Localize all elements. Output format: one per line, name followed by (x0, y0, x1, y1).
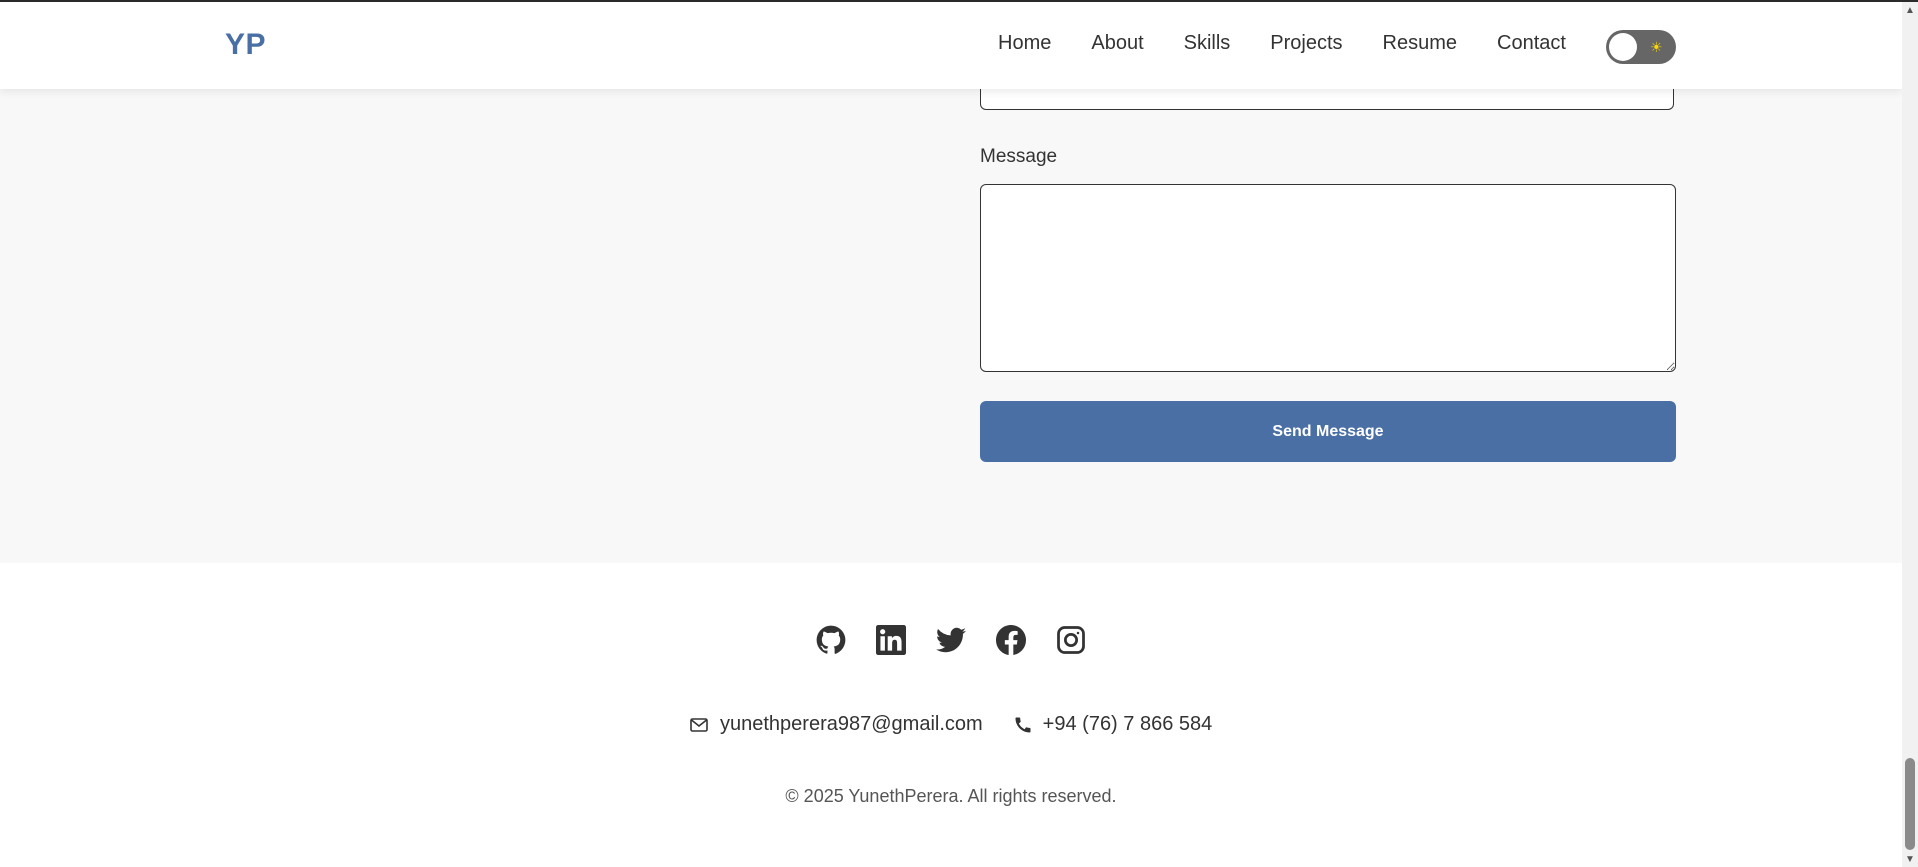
navbar: YP Home About Skills Projects Resume Con… (0, 2, 1902, 89)
nav-links: Home About Skills Projects Resume Contac… (998, 32, 1606, 55)
nav-link-contact[interactable]: Contact (1497, 32, 1566, 55)
scroll-thumb[interactable] (1905, 758, 1915, 850)
send-message-button[interactable]: Send Message (980, 401, 1676, 462)
logo[interactable]: YP (225, 28, 266, 62)
social-links (816, 625, 1116, 655)
nav-link-projects[interactable]: Projects (1270, 32, 1342, 55)
main-area: Message Send Message YP Home About Skill… (0, 0, 1902, 867)
scrollbar[interactable]: ▲ ▼ (1902, 0, 1918, 867)
scroll-down-arrow-icon[interactable]: ▼ (1902, 851, 1918, 867)
page: Message Send Message YP Home About Skill… (0, 0, 1918, 867)
window-top-border (0, 0, 1918, 2)
mail-icon (690, 717, 708, 732)
scroll-up-arrow-icon[interactable]: ▲ (1902, 2, 1918, 18)
theme-toggle[interactable]: ☀ (1606, 30, 1676, 64)
copyright-text: © 2025 YunethPerera. All rights reserved… (785, 786, 1117, 806)
instagram-icon[interactable] (1056, 625, 1086, 655)
facebook-icon[interactable] (996, 625, 1026, 655)
linkedin-icon[interactable] (876, 625, 906, 655)
phone-text: +94 (76) 7 866 584 (1042, 713, 1213, 735)
nav-link-about[interactable]: About (1091, 32, 1143, 55)
message-textarea[interactable] (980, 184, 1676, 372)
email-link[interactable]: yunethperera987@gmail.com (690, 713, 983, 736)
phone-link[interactable]: +94 (76) 7 866 584 (1013, 713, 1213, 736)
github-icon[interactable] (816, 625, 846, 655)
twitter-icon[interactable] (936, 625, 966, 655)
contact-info: yunethperera987@gmail.com +94 (76) 7 866… (690, 713, 1212, 736)
message-label: Message (980, 146, 1058, 167)
sun-icon: ☀ (1650, 39, 1663, 55)
nav-link-home[interactable]: Home (998, 32, 1051, 55)
nav-link-skills[interactable]: Skills (1184, 32, 1231, 55)
footer: yunethperera987@gmail.com +94 (76) 7 866… (0, 563, 1902, 867)
phone-icon (1015, 717, 1031, 732)
nav-link-resume[interactable]: Resume (1383, 32, 1457, 55)
toggle-knob (1609, 33, 1637, 61)
email-text: yunethperera987@gmail.com (720, 713, 983, 735)
